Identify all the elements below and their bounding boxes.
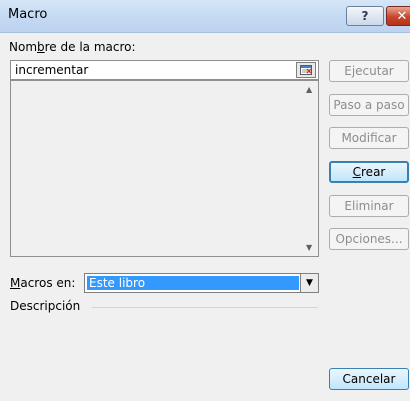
macro-name-label: Nombre de la macro: [9, 40, 136, 54]
scroll-up-arrow-icon[interactable]: ▲ [306, 85, 312, 94]
create-button[interactable]: Crear [329, 161, 409, 183]
macro-name-value: incrementar [15, 63, 89, 77]
edit-button[interactable]: Modificar [329, 127, 409, 149]
window-title: Macro [8, 7, 48, 22]
macro-list[interactable]: ▲ ▼ [10, 80, 319, 257]
collapse-dialog-icon [300, 65, 312, 75]
close-icon: ✕ [396, 8, 408, 24]
scroll-down-arrow-icon[interactable]: ▼ [306, 243, 312, 252]
delete-button[interactable]: Eliminar [329, 195, 409, 217]
help-icon: ? [361, 9, 369, 23]
macros-in-value: Este libro [87, 276, 299, 290]
close-button[interactable]: ✕ [386, 6, 410, 26]
macro-list-scrollbar[interactable]: ▲ ▼ [301, 81, 318, 256]
step-into-button[interactable]: Paso a paso [329, 94, 409, 116]
dropdown-arrow-icon[interactable]: ▼ [300, 274, 318, 292]
description-label: Descripción [10, 299, 81, 313]
macros-in-label: Macros en: [10, 276, 76, 290]
description-separator [92, 307, 318, 308]
macros-in-select[interactable]: Este libro ▼ [84, 273, 319, 293]
run-button[interactable]: Ejecutar [329, 60, 409, 82]
collapse-dialog-button[interactable] [296, 62, 316, 78]
options-button[interactable]: Opciones... [329, 228, 409, 250]
help-button[interactable]: ? [346, 6, 384, 26]
macro-name-input[interactable]: incrementar [10, 60, 319, 80]
cancel-button[interactable]: Cancelar [329, 368, 409, 390]
title-bar: Macro ? ✕ [0, 0, 410, 33]
